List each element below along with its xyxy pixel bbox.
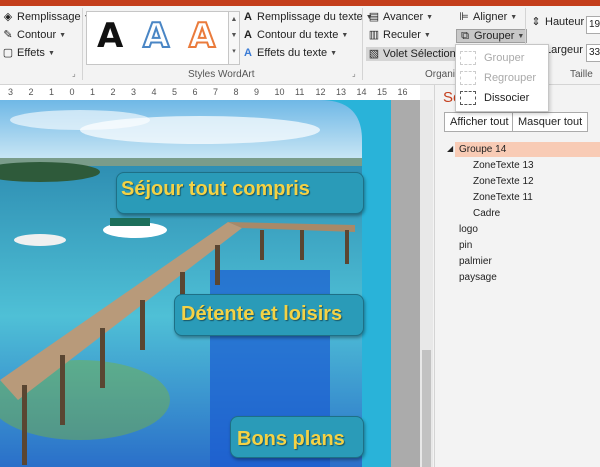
ruler-mark: 1 [90,87,96,97]
menu-item-group[interactable]: Grouper [460,51,524,65]
ruler-mark: 6 [192,87,198,97]
selection-list-item[interactable]: ZoneTexte 11 [473,192,533,203]
collapse-triangle-icon[interactable]: ◢ [447,144,453,153]
wordart-group-label: Styles WordArt [188,69,255,80]
height-icon: ⇕ [531,16,541,28]
dialog-launcher-icon[interactable]: ⌟ [72,69,76,78]
ruler-mark: 8 [233,87,239,97]
vertical-scrollbar[interactable] [420,100,433,467]
ruler-mark: 3 [8,87,14,97]
height-control: ⇕ Hauteur : [531,16,591,28]
selection-list-item[interactable]: palmier [459,256,492,267]
selection-list-item[interactable]: logo [459,224,478,235]
selection-list-item[interactable]: pin [459,240,472,251]
ruler-mark: 7 [213,87,219,97]
gallery-down-icon[interactable]: ▼ [229,28,239,44]
slide[interactable]: Séjour tout compris Détente et loisirs B… [0,100,391,467]
paint-bucket-icon: ◈ [3,11,13,23]
band-label-detente: Détente et loisirs [181,303,343,325]
group-icon: ⧉ [461,30,469,42]
gallery-more-icon[interactable]: ▾ [229,44,239,60]
separator [362,8,363,80]
width-input[interactable]: 33 [586,44,600,62]
selection-pane-icon: ▧ [368,48,380,60]
size-group-label: Taille [570,69,593,80]
band-label-sejour: Séjour tout compris [121,178,310,200]
hide-all-button[interactable]: Masquer tout [512,112,589,132]
selection-list-item[interactable]: ZoneTexte 13 [473,160,534,171]
slide-photo [0,100,362,467]
text-outline-button[interactable]: A Contour du texte ▼ [242,29,348,41]
ruler-mark: 10 [274,87,285,97]
ruler-mark: 13 [336,87,347,97]
gallery-up-icon[interactable]: ▲ [229,12,239,28]
selection-list-item[interactable]: paysage [459,272,497,283]
ruler-mark: 0 [69,87,75,97]
text-effects-icon: A [244,47,252,59]
height-input[interactable]: 19 [586,16,600,34]
effects-icon: ▢ [2,47,14,59]
shape-outline-button[interactable]: ✎ Contour ▼ [2,29,66,41]
group-dropdown-menu: Grouper Regrouper Dissocier [455,44,549,112]
group-button[interactable]: ⧉ Grouper ▼ [456,29,528,43]
gallery-scroll[interactable]: ▲ ▼ ▾ [228,11,240,65]
ruler-mark: 12 [315,87,326,97]
ruler-mark: 3 [131,87,137,97]
ruler-mark: 14 [356,87,367,97]
bring-forward-icon: ▤ [368,11,380,23]
ruler-mark: 11 [295,87,305,97]
ruler-mark: 15 [377,87,388,97]
ruler-mark: 2 [28,87,34,97]
menu-item-ungroup[interactable]: Dissocier [460,91,529,105]
text-outline-icon: A [244,29,252,41]
text-fill-button[interactable]: A Remplissage du texte ▼ [242,11,373,23]
regroup-icon [460,71,476,85]
ruler-mark: 9 [254,87,260,97]
text-effects-button[interactable]: A Effets du texte ▼ [242,47,337,59]
pencil-icon: ✎ [3,29,13,41]
selection-list-item[interactable]: Groupe 14 [459,144,506,155]
ruler-mark: 1 [49,87,55,97]
horizontal-ruler: 3 2 1 0 1 2 3 4 5 6 7 8 9 10 11 12 13 14 15 16 [0,85,420,101]
align-button[interactable]: ⊫ Aligner ▼ [458,11,517,23]
shape-fill-button[interactable]: ◈ Remplissage▼ [2,11,91,23]
text-fill-icon: A [244,11,252,23]
send-backward-icon: ▥ [368,29,380,41]
group-icon [460,51,476,65]
ruler-mark: 4 [151,87,157,97]
selection-pane-button[interactable]: ▧ Volet Sélection [366,47,458,61]
menu-item-regroup[interactable]: Regrouper [460,71,536,85]
separator [82,8,83,80]
shape-effects-button[interactable]: ▢ Effets ▼ [2,47,55,59]
ruler-mark: 2 [110,87,116,97]
wordart-sample-black[interactable]: A [97,16,123,56]
wordart-sample-orange-outline[interactable]: A [188,15,216,57]
ruler-mark: 5 [172,87,178,97]
show-all-button[interactable]: Afficher tout [444,112,515,132]
wordart-dialog-launcher-icon[interactable]: ⌟ [352,69,356,78]
ungroup-icon [460,91,476,105]
band-label-bons-plans: Bons plans [237,428,345,450]
wordart-sample-blue-outline[interactable]: A [142,15,170,57]
align-icon: ⊫ [459,11,469,23]
scrollbar-thumb[interactable] [422,350,431,467]
ruler-mark: 16 [397,87,408,97]
selection-list-item[interactable]: Cadre [473,208,500,219]
selection-list-item[interactable]: ZoneTexte 12 [473,176,534,187]
wordart-gallery[interactable]: A A A [86,11,230,65]
bring-forward-button[interactable]: ▤ Avancer ▼ [368,11,433,23]
send-backward-button[interactable]: ▥ Reculer ▼ [368,29,431,41]
